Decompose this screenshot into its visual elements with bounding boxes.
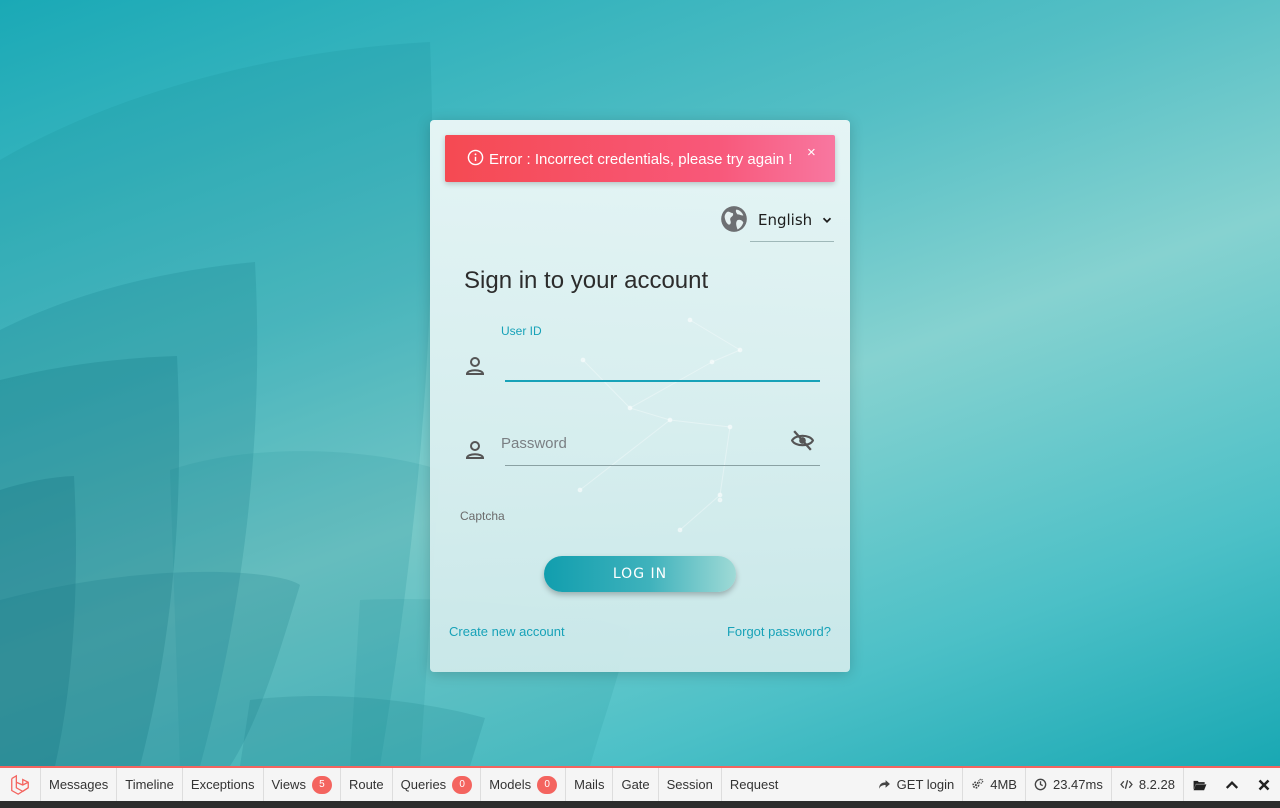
close-icon bbox=[1258, 779, 1270, 790]
debugbar-tab-queries[interactable]: Queries 0 bbox=[393, 768, 482, 801]
password-input[interactable] bbox=[501, 432, 771, 454]
count-badge: 5 bbox=[311, 775, 332, 794]
error-message: Error : Incorrect credentials, please tr… bbox=[489, 151, 793, 168]
language-selected-value: English bbox=[758, 211, 813, 229]
cogs-icon bbox=[972, 778, 984, 789]
laravel-icon bbox=[11, 774, 29, 795]
userid-underline bbox=[505, 380, 820, 382]
clock-icon bbox=[1034, 778, 1047, 791]
userid-label: User ID bbox=[501, 324, 542, 338]
tab-label: Request bbox=[729, 777, 779, 792]
debugbar-tab-timeline[interactable]: Timeline bbox=[117, 768, 183, 801]
code-icon bbox=[1120, 780, 1133, 789]
open-folder-button[interactable] bbox=[1184, 768, 1216, 801]
count-badge: 0 bbox=[537, 775, 558, 794]
share-arrow-icon bbox=[878, 780, 890, 789]
tab-label: Views bbox=[271, 777, 306, 792]
debugbar-tab-session[interactable]: Session bbox=[659, 768, 722, 801]
page-title: Sign in to your account bbox=[464, 267, 709, 294]
debugbar-time[interactable]: 23.47ms bbox=[1026, 768, 1112, 801]
debug-bar-stats: GET login 4MB 23.47ms 8.2.28 bbox=[870, 768, 1280, 801]
user-icon bbox=[465, 441, 485, 459]
info-circle-icon bbox=[467, 149, 484, 166]
tab-label: Session bbox=[666, 777, 713, 792]
chevron-down-icon bbox=[822, 217, 832, 223]
debugbar-tab-route[interactable]: Route bbox=[341, 768, 393, 801]
count-badge: 0 bbox=[452, 775, 473, 794]
captcha-label: Captcha bbox=[460, 509, 505, 523]
language-select[interactable]: English bbox=[750, 205, 834, 242]
tab-label: Gate bbox=[621, 777, 650, 792]
create-account-link[interactable]: Create new account bbox=[449, 624, 565, 639]
tab-label: Exceptions bbox=[190, 777, 255, 792]
tab-label: Timeline bbox=[125, 777, 174, 792]
password-underline bbox=[505, 465, 820, 466]
globe-icon bbox=[721, 206, 747, 232]
debugbar-route[interactable]: GET login bbox=[870, 768, 964, 801]
debugbar-php-version[interactable]: 8.2.28 bbox=[1112, 768, 1184, 801]
debugbar-tab-gate[interactable]: Gate bbox=[613, 768, 659, 801]
login-button[interactable]: LOG IN bbox=[544, 556, 736, 592]
forgot-password-link[interactable]: Forgot password? bbox=[727, 624, 831, 639]
time-label: 23.47ms bbox=[1052, 777, 1103, 792]
debugbar-tab-views[interactable]: Views 5 bbox=[264, 768, 341, 801]
tab-label: Queries bbox=[400, 777, 447, 792]
tab-label: Mails bbox=[574, 777, 605, 792]
route-label: GET login bbox=[896, 777, 955, 792]
tab-label: Models bbox=[489, 777, 532, 792]
tab-label: Messages bbox=[49, 777, 109, 792]
error-alert: Error : Incorrect credentials, please tr… bbox=[445, 135, 835, 182]
debugbar-tab-messages[interactable]: Messages bbox=[41, 768, 118, 801]
debugbar-tab-mails[interactable]: Mails bbox=[566, 768, 614, 801]
user-icon bbox=[465, 357, 485, 375]
login-card: Error : Incorrect credentials, please tr… bbox=[430, 120, 850, 672]
debugbar-memory[interactable]: 4MB bbox=[963, 768, 1026, 801]
debugbar-tab-models[interactable]: Models 0 bbox=[481, 768, 567, 801]
laravel-logo-icon[interactable] bbox=[0, 768, 41, 801]
debug-bar-tabs: Messages Timeline Exceptions Views 5 Rout… bbox=[0, 768, 786, 801]
debug-bar-bottom-strip bbox=[0, 801, 1280, 808]
close-debugbar-button[interactable] bbox=[1248, 768, 1280, 801]
maximize-button[interactable] bbox=[1216, 768, 1248, 801]
userid-input[interactable] bbox=[505, 346, 820, 380]
chevron-up-icon bbox=[1225, 780, 1239, 789]
folder-open-icon bbox=[1193, 780, 1207, 790]
debugbar-tab-exceptions[interactable]: Exceptions bbox=[183, 768, 264, 801]
eye-off-icon[interactable] bbox=[790, 428, 815, 453]
close-alert-button[interactable]: × bbox=[807, 144, 816, 162]
tab-label: Route bbox=[348, 777, 384, 792]
memory-label: 4MB bbox=[990, 777, 1017, 792]
debugbar-tab-request[interactable]: Request bbox=[722, 768, 786, 801]
php-version-label: 8.2.28 bbox=[1138, 777, 1175, 792]
debug-bar: Messages Timeline Exceptions Views 5 Rout… bbox=[0, 766, 1280, 801]
